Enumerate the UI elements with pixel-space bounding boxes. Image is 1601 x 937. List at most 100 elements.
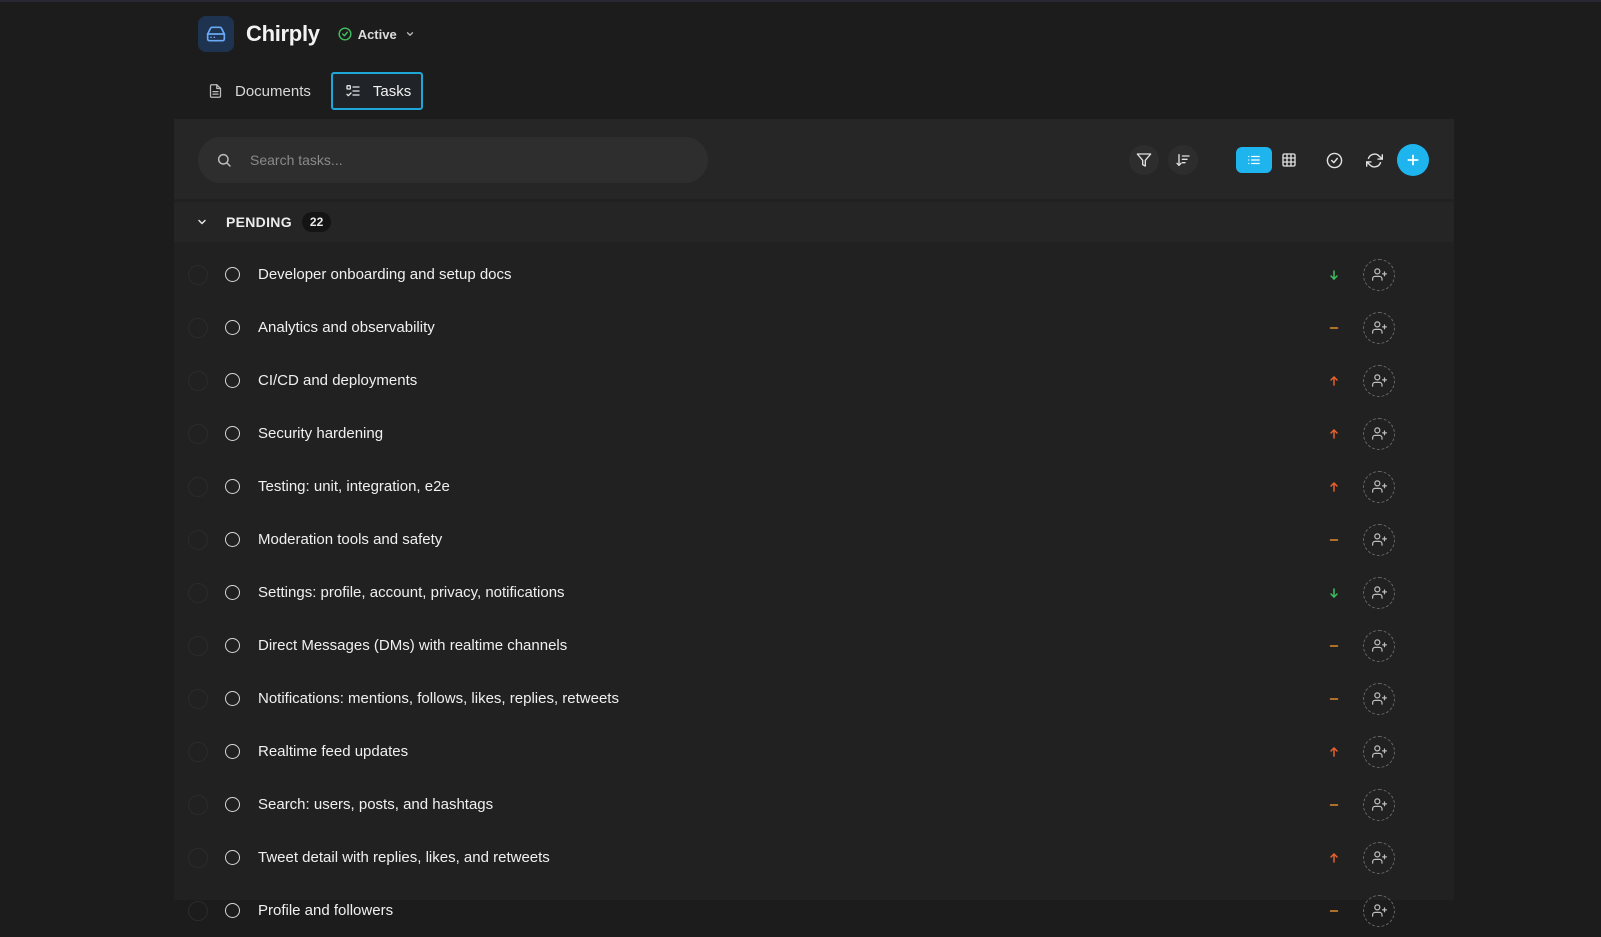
task-row[interactable]: Testing: unit, integration, e2e — [174, 460, 1454, 513]
task-title[interactable]: Testing: unit, integration, e2e — [258, 478, 450, 495]
task-status-circle[interactable] — [225, 850, 240, 865]
task-title[interactable]: Moderation tools and safety — [258, 531, 442, 548]
plus-icon — [1407, 154, 1419, 166]
task-status-circle[interactable] — [225, 638, 240, 653]
assign-user-button[interactable] — [1363, 417, 1395, 450]
status-dropdown[interactable]: Active — [338, 27, 415, 42]
tab-tasks[interactable]: Tasks — [330, 72, 424, 110]
refresh-icon — [1365, 152, 1383, 168]
row-select-checkbox[interactable] — [188, 688, 208, 709]
task-title[interactable]: Analytics and observability — [258, 319, 435, 336]
task-status-circle[interactable] — [225, 320, 240, 335]
assign-user-button[interactable] — [1363, 841, 1395, 874]
refresh-button[interactable] — [1359, 145, 1389, 175]
group-header-pending[interactable]: PENDING 22 — [174, 202, 1454, 242]
task-title[interactable]: Realtime feed updates — [258, 743, 408, 760]
assign-user-button[interactable] — [1363, 576, 1395, 609]
priority-high-icon[interactable] — [1327, 480, 1341, 494]
row-select-checkbox[interactable] — [188, 794, 208, 815]
add-task-button[interactable] — [1397, 144, 1429, 176]
task-status-circle[interactable] — [225, 691, 240, 706]
row-select-checkbox[interactable] — [188, 476, 208, 497]
task-row[interactable]: Direct Messages (DMs) with realtime chan… — [174, 619, 1454, 672]
task-status-circle[interactable] — [225, 479, 240, 494]
task-list: Developer onboarding and setup docs Anal… — [174, 248, 1454, 937]
tab-documents[interactable]: Documents — [198, 72, 321, 110]
task-title[interactable]: Tweet detail with replies, likes, and re… — [258, 849, 550, 866]
user-plus-icon — [1371, 639, 1387, 652]
assign-user-button[interactable] — [1363, 311, 1395, 344]
task-title[interactable]: Developer onboarding and setup docs — [258, 266, 512, 283]
assign-user-button[interactable] — [1363, 629, 1395, 662]
assign-user-button[interactable] — [1363, 894, 1395, 927]
task-status-circle[interactable] — [225, 426, 240, 441]
assign-user-button[interactable] — [1363, 470, 1395, 503]
row-select-checkbox[interactable] — [188, 423, 208, 444]
drive-icon — [198, 16, 234, 52]
assign-user-button[interactable] — [1363, 788, 1395, 821]
task-row[interactable]: Notifications: mentions, follows, likes,… — [174, 672, 1454, 725]
row-select-checkbox[interactable] — [188, 847, 208, 868]
task-row[interactable]: Moderation tools and safety — [174, 513, 1454, 566]
sort-button[interactable] — [1168, 145, 1198, 175]
task-row[interactable]: Settings: profile, account, privacy, not… — [174, 566, 1454, 619]
view-tabs: Documents Tasks — [198, 72, 424, 110]
assign-user-button[interactable] — [1363, 258, 1395, 291]
priority-medium-icon[interactable] — [1327, 798, 1341, 812]
task-title[interactable]: Security hardening — [258, 425, 383, 442]
filter-button[interactable] — [1129, 145, 1159, 175]
priority-medium-icon[interactable] — [1327, 904, 1341, 918]
priority-low-icon[interactable] — [1327, 586, 1341, 600]
row-select-checkbox[interactable] — [188, 370, 208, 391]
row-select-checkbox[interactable] — [188, 635, 208, 656]
tasks-toolbar — [174, 119, 1454, 199]
task-row[interactable]: CI/CD and deployments — [174, 354, 1454, 407]
priority-high-icon[interactable] — [1327, 851, 1341, 865]
row-select-checkbox[interactable] — [188, 529, 208, 550]
task-title[interactable]: Notifications: mentions, follows, likes,… — [258, 690, 619, 707]
task-row[interactable]: Search: users, posts, and hashtags — [174, 778, 1454, 831]
grid-view-button[interactable] — [1274, 145, 1304, 175]
task-status-circle[interactable] — [225, 585, 240, 600]
priority-high-icon[interactable] — [1327, 374, 1341, 388]
task-row[interactable]: Analytics and observability — [174, 301, 1454, 354]
task-status-circle[interactable] — [225, 797, 240, 812]
priority-medium-icon[interactable] — [1327, 639, 1341, 653]
user-plus-icon — [1371, 268, 1387, 281]
assign-user-button[interactable] — [1363, 523, 1395, 556]
task-row[interactable]: Security hardening — [174, 407, 1454, 460]
show-completed-button[interactable] — [1319, 145, 1349, 175]
priority-medium-icon[interactable] — [1327, 533, 1341, 547]
assign-user-button[interactable] — [1363, 364, 1395, 397]
priority-high-icon[interactable] — [1327, 427, 1341, 441]
priority-high-icon[interactable] — [1327, 745, 1341, 759]
search-input[interactable] — [248, 151, 672, 169]
task-title[interactable]: Direct Messages (DMs) with realtime chan… — [258, 637, 567, 654]
task-title[interactable]: Settings: profile, account, privacy, not… — [258, 584, 565, 601]
task-status-circle[interactable] — [225, 267, 240, 282]
row-select-checkbox[interactable] — [188, 741, 208, 762]
task-title[interactable]: CI/CD and deployments — [258, 372, 417, 389]
row-select-checkbox[interactable] — [188, 582, 208, 603]
task-status-circle[interactable] — [225, 744, 240, 759]
task-status-circle[interactable] — [225, 903, 240, 918]
row-select-checkbox[interactable] — [188, 264, 208, 285]
task-status-circle[interactable] — [225, 373, 240, 388]
list-view-button[interactable] — [1236, 147, 1272, 173]
chevron-down-icon — [406, 32, 413, 36]
task-title[interactable]: Search: users, posts, and hashtags — [258, 796, 493, 813]
task-row[interactable]: Realtime feed updates — [174, 725, 1454, 778]
row-select-checkbox[interactable] — [188, 317, 208, 338]
task-title[interactable]: Profile and followers — [258, 902, 393, 919]
sort-icon — [1176, 154, 1190, 166]
assign-user-button[interactable] — [1363, 735, 1395, 768]
task-status-circle[interactable] — [225, 532, 240, 547]
priority-medium-icon[interactable] — [1327, 692, 1341, 706]
task-row[interactable]: Tweet detail with replies, likes, and re… — [174, 831, 1454, 884]
assign-user-button[interactable] — [1363, 682, 1395, 715]
priority-low-icon[interactable] — [1327, 268, 1341, 282]
task-row[interactable]: Developer onboarding and setup docs — [174, 248, 1454, 301]
row-select-checkbox[interactable] — [188, 900, 208, 921]
task-row[interactable]: Profile and followers — [174, 884, 1454, 937]
priority-medium-icon[interactable] — [1327, 321, 1341, 335]
